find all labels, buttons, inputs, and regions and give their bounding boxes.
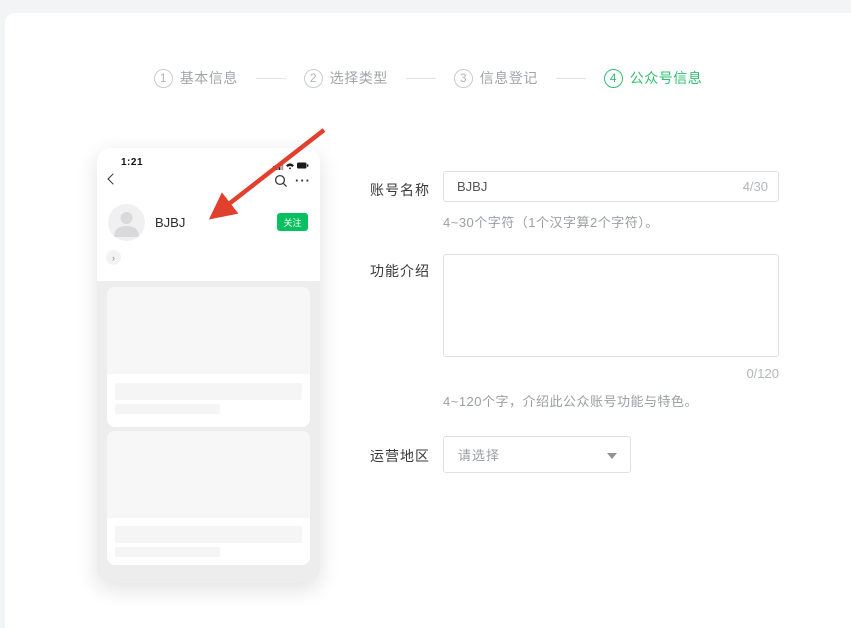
account-profile-row: BJBJ 关注 — [97, 204, 320, 242]
main-panel: 1 基本信息 2 选择类型 3 信息登记 4 公众号信息 1:21 — [5, 13, 851, 628]
step-number: 4 — [604, 69, 623, 88]
account-name-input[interactable] — [443, 171, 779, 202]
phone-time: 1:21 — [121, 157, 143, 168]
phone-feed-area — [97, 281, 320, 583]
intro-hint: 4~120个字，介绍此公众账号功能与特色。 — [443, 391, 698, 410]
image-placeholder — [107, 287, 310, 374]
phone-navbar: ··· — [97, 174, 320, 194]
account-name-field-wrap: 4/30 — [443, 171, 779, 202]
article-placeholder-card — [107, 431, 310, 565]
title-placeholder — [115, 526, 302, 543]
avatar — [108, 204, 145, 241]
phone-preview: 1:21 — [97, 148, 320, 583]
signal-wifi-battery-icon — [273, 160, 309, 171]
phone-statusbar: 1:21 — [97, 156, 320, 170]
step-number: 1 — [154, 69, 173, 88]
step-label: 公众号信息 — [630, 68, 703, 88]
account-name-counter: 4/30 — [743, 179, 768, 194]
step-number: 2 — [304, 69, 323, 88]
account-name-hint: 4~30个字符（1个汉字算2个字符）。 — [443, 212, 659, 231]
title-placeholder — [115, 383, 302, 400]
region-placeholder: 请选择 — [458, 445, 500, 464]
account-name-label: 账号名称 — [370, 180, 430, 200]
account-name-preview: BJBJ — [155, 215, 185, 230]
step-label: 信息登记 — [480, 68, 538, 88]
expand-chevron-icon: › — [106, 250, 121, 265]
region-select[interactable]: 请选择 — [443, 436, 631, 473]
more-icon: ··· — [295, 173, 311, 188]
intro-counter: 0/120 — [443, 366, 779, 381]
intro-label: 功能介绍 — [370, 261, 430, 281]
step-label: 基本信息 — [180, 68, 238, 88]
step-account-info-active: 4 公众号信息 — [604, 68, 703, 88]
region-label: 运营地区 — [370, 446, 430, 466]
back-chevron-icon — [107, 173, 118, 184]
step-label: 选择类型 — [330, 68, 388, 88]
wizard-stepper: 1 基本信息 2 选择类型 3 信息登记 4 公众号信息 — [5, 68, 851, 88]
step-info-registration: 3 信息登记 — [454, 68, 538, 88]
step-separator — [556, 78, 586, 79]
article-placeholder-card — [107, 287, 310, 427]
step-separator — [406, 78, 436, 79]
intro-textarea[interactable] — [443, 254, 779, 357]
image-placeholder — [107, 431, 310, 518]
step-basic-info: 1 基本信息 — [154, 68, 238, 88]
follow-button: 关注 — [277, 213, 308, 231]
intro-field-wrap — [443, 254, 779, 357]
step-separator — [256, 78, 286, 79]
step-select-type: 2 选择类型 — [304, 68, 388, 88]
chevron-down-icon — [607, 453, 617, 459]
subtitle-placeholder — [115, 404, 220, 414]
search-icon — [274, 174, 288, 193]
step-number: 3 — [454, 69, 473, 88]
subtitle-placeholder — [115, 547, 220, 557]
